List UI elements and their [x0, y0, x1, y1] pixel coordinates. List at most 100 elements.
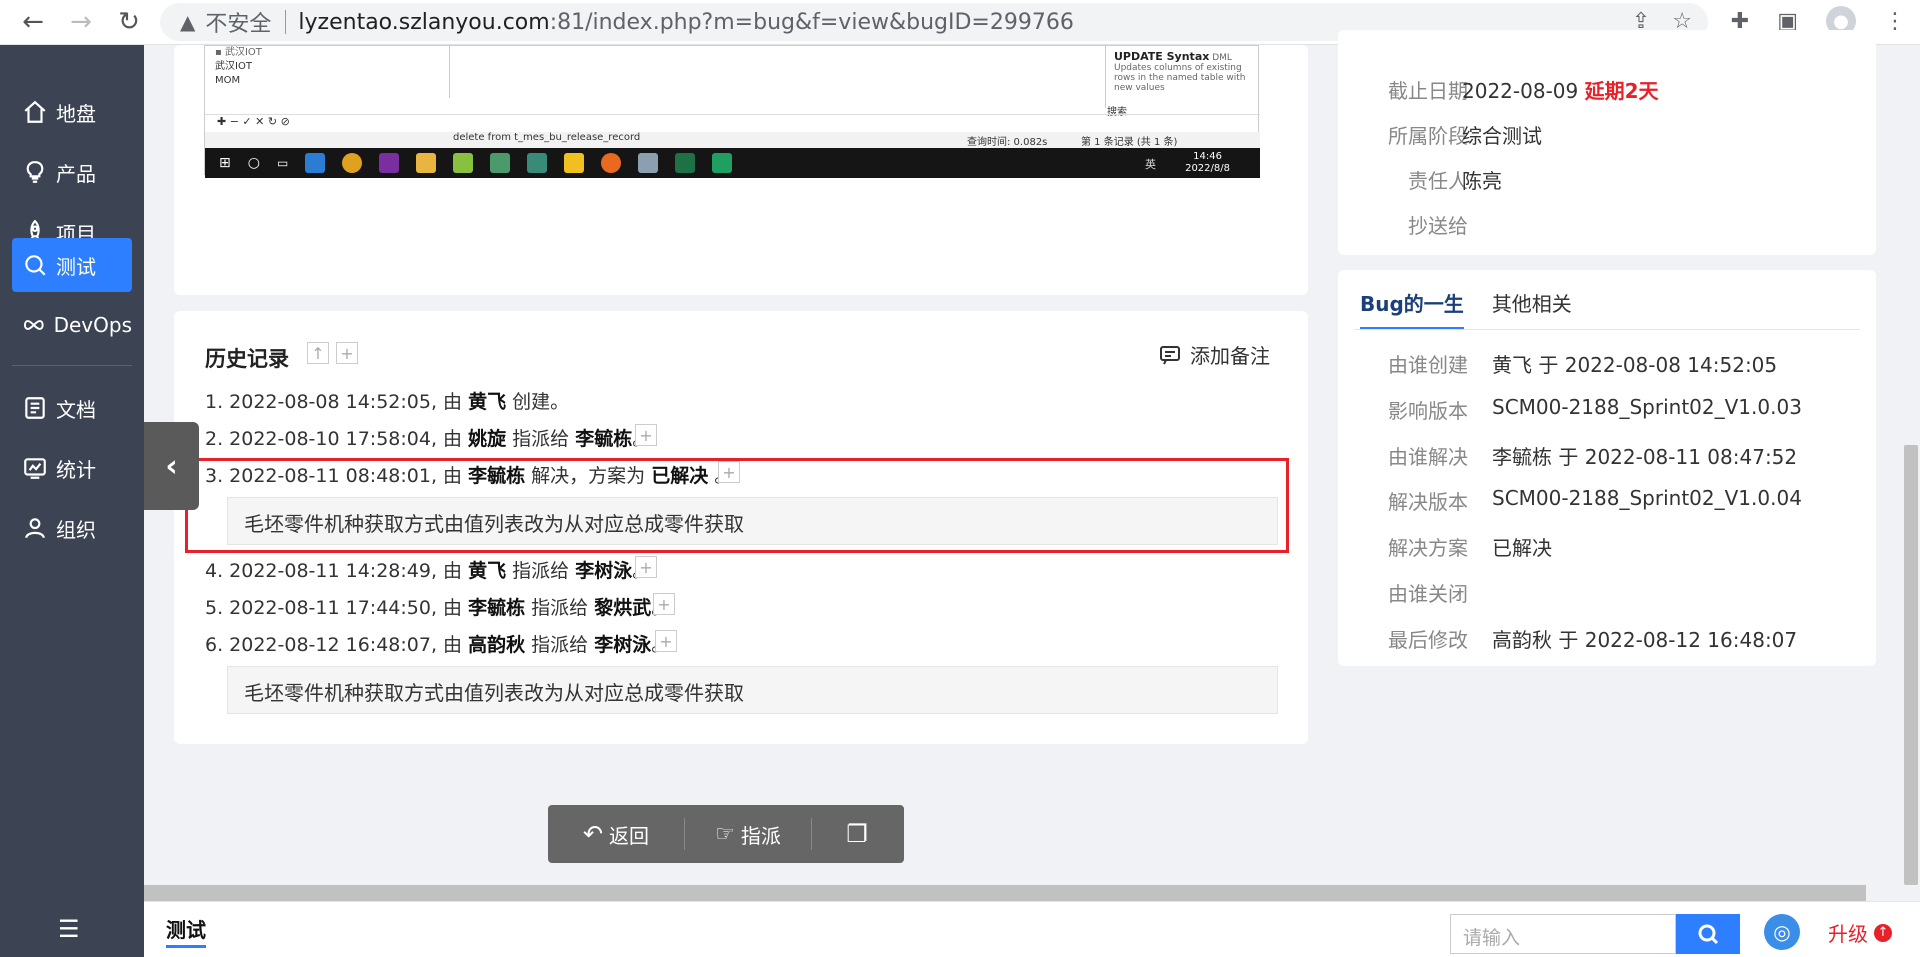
history-entry: 1. 2022-08-08 14:52:05, 由 黄飞 创建。 [205, 391, 570, 413]
copy-button[interactable]: ❐ [812, 805, 902, 863]
undo-icon: ↶ [582, 820, 604, 848]
owner-label: 责任人 [1408, 169, 1468, 193]
life-label: 解决版本 [1388, 490, 1468, 514]
tab-other-related[interactable]: 其他相关 [1492, 288, 1572, 330]
user-icon [25, 518, 45, 539]
taskbar-clock: 14:46 2022/8/8 [1185, 151, 1230, 175]
back-arrow-icon[interactable]: ← [18, 7, 48, 37]
sidebar-item-label: DevOps [53, 313, 132, 337]
life-value: 黄飞 于 2022-08-08 14:52:05 [1492, 353, 1778, 377]
life-label: 由谁解决 [1388, 445, 1468, 469]
app-gray-icon [638, 153, 659, 173]
sidebar-item-stats[interactable]: 统计 [12, 441, 132, 495]
hint-title: UPDATE Syntax [1114, 50, 1210, 63]
upgrade-button[interactable]: 升级 ↑ [1828, 918, 1892, 947]
cc-label: 抄送给 [1408, 214, 1468, 238]
sidebar: 地盘 产品 项目 测试 DevOps 文档 统计 组织 ☰ [0, 45, 144, 957]
chrome-icon [342, 153, 363, 173]
life-value: 李毓栋 于 2022-08-11 08:47:52 [1492, 445, 1798, 469]
sidebar-item-docs[interactable]: 文档 [12, 381, 132, 435]
expand-entry-icon[interactable]: + [653, 593, 675, 615]
upgrade-label: 升级 [1828, 922, 1868, 946]
folder-icon [416, 153, 437, 173]
collapse-side-tab[interactable]: ‹ [144, 422, 199, 510]
sidebar-divider [12, 365, 132, 366]
horizontal-scrollbar[interactable] [144, 885, 1866, 901]
reload-icon[interactable]: ↻ [114, 7, 144, 37]
life-value: SCM00-2188_Sprint02_V1.0.04 [1492, 486, 1802, 510]
breadcrumb[interactable]: 测试 [166, 914, 206, 948]
life-value: 高韵秋 于 2022-08-12 16:48:07 [1492, 628, 1798, 652]
history-entry: 6. 2022-08-12 16:48:07, 由 高韵秋 指派给 李树泳。 [205, 634, 670, 656]
clock-time: 14:46 [1193, 151, 1222, 162]
sidebar-item-devops[interactable]: DevOps [12, 298, 132, 352]
life-label: 由谁关闭 [1388, 582, 1468, 606]
back-button[interactable]: ↶ 返回 [548, 805, 684, 863]
url-separator [285, 10, 287, 34]
deadline-delay-badge: 延期2天 [1584, 79, 1659, 103]
task-view-icon: ▭ [276, 156, 289, 170]
search-input[interactable]: 请输入 [1450, 914, 1676, 954]
history-entry: 5. 2022-08-11 17:44:50, 由 李毓栋 指派给 黎烘武。 [205, 597, 670, 619]
home-icon [24, 100, 46, 123]
history-entry: 2. 2022-08-10 17:58:04, 由 姚旋 指派给 李毓栋。 [205, 428, 651, 450]
life-label: 影响版本 [1388, 399, 1468, 423]
search-button[interactable] [1676, 914, 1740, 954]
star-app-icon [564, 153, 585, 173]
deadline-value: 2022-08-09 延期2天 [1462, 79, 1659, 103]
sort-up-icon[interactable]: ↑ [307, 342, 329, 364]
menu-kebab-icon[interactable]: ⋮ [1884, 9, 1906, 34]
screenshot-grid [449, 46, 1105, 98]
add-note-label: 添加备注 [1190, 344, 1270, 368]
clock-date: 2022/8/8 [1185, 163, 1230, 174]
list-item: 武汉IOT [215, 61, 252, 72]
chevron-left-icon: ‹ [165, 448, 178, 484]
expand-entry-icon[interactable]: + [655, 630, 677, 652]
url-host: lyzentao.szlanyou.com [298, 9, 550, 35]
history-entry: 4. 2022-08-11 14:28:49, 由 黄飞 指派给 李树泳。 [205, 560, 651, 582]
app-h-icon [712, 153, 733, 173]
security-label: 不安全 [205, 12, 272, 37]
sidebar-item-label: 组织 [56, 517, 96, 542]
add-note-button[interactable]: 添加备注 [1158, 340, 1270, 369]
windows-start-icon: ⊞ [219, 155, 231, 171]
forward-arrow-icon[interactable]: → [66, 7, 96, 37]
life-label: 由谁创建 [1388, 353, 1468, 377]
search-icon [25, 255, 46, 276]
assign-button[interactable]: ☞ 指派 [685, 805, 811, 863]
collapse-menu-icon[interactable]: ☰ [58, 915, 80, 943]
expand-entry-icon[interactable]: + [635, 424, 657, 446]
chart-icon [24, 458, 46, 479]
sidebar-item-label: 产品 [56, 161, 96, 186]
expand-entry-icon[interactable]: + [635, 556, 657, 578]
screenshot-hint: UPDATE Syntax DML Updates columns of exi… [1105, 46, 1255, 108]
vertical-scrollbar[interactable] [1904, 445, 1918, 885]
tabs-divider [1354, 329, 1860, 330]
db-tool-icon [490, 153, 511, 173]
sidebar-item-product[interactable]: 产品 [12, 145, 132, 199]
attached-screenshot: ▪ 武汉IOT 武汉IOT MOM UPDATE Syntax DML Upda… [204, 45, 1260, 178]
arrow-up-icon: ↑ [1874, 923, 1892, 942]
sidebar-item-org[interactable]: 组织 [12, 501, 132, 555]
sidebar-item-dashboard[interactable]: 地盘 [12, 85, 132, 139]
history-title: 历史记录 [205, 347, 289, 371]
thumb-icon: ☞ [715, 821, 735, 847]
sidebar-item-label: 测试 [56, 254, 96, 279]
expand-all-icon[interactable]: + [336, 342, 358, 364]
zentao-logo-icon[interactable]: ◎ [1764, 914, 1800, 950]
tab-bug-life[interactable]: Bug的一生 [1360, 288, 1464, 330]
db-tool2-icon [527, 153, 548, 173]
notepad-icon [453, 153, 474, 173]
screenshot-tools: ✚ − ✓ ✕ ↻ ⊘ [205, 114, 1260, 132]
owner-value: 陈亮 [1462, 169, 1502, 193]
onenote-icon [379, 153, 400, 173]
life-value: 已解决 [1492, 536, 1552, 560]
stage-label: 所属阶段 [1388, 124, 1468, 148]
back-label: 返回 [609, 823, 650, 848]
warning-icon: ▲ [180, 10, 196, 34]
clipboard-icon: ❐ [846, 820, 868, 848]
windows-taskbar: ⊞ ○ ▭ 英 14:46 2022/8/8 [205, 148, 1260, 178]
cortana-icon: ○ [247, 155, 260, 171]
sidebar-item-test[interactable]: 测试 [12, 238, 132, 292]
tray-lang: 英 [1145, 158, 1156, 171]
